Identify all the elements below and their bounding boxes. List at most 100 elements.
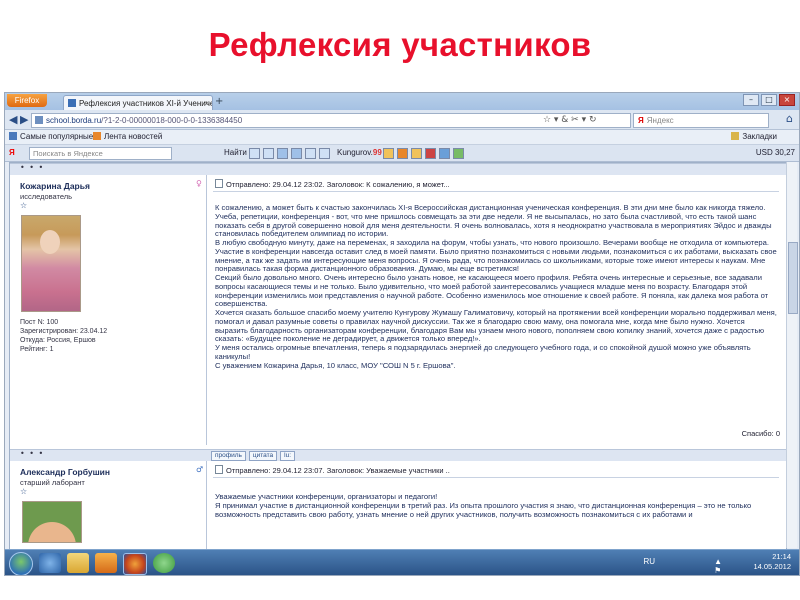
- post-author-panel: Александр Горбушин старший лаборант ☆ ♂: [10, 461, 207, 549]
- toolbar-tool-icon[interactable]: [453, 148, 464, 159]
- toolbar-tool-icon[interactable]: [305, 148, 316, 159]
- firefox-menu-button[interactable]: Firefox: [7, 94, 47, 107]
- clock-time: 21:14: [772, 552, 791, 561]
- avatar: [21, 215, 81, 312]
- toolbar-tool-icon[interactable]: [263, 148, 274, 159]
- app-taskbar-icon[interactable]: [153, 553, 175, 573]
- toolbar-tool-icon[interactable]: [291, 148, 302, 159]
- thanks-counter: Спасибо: 0: [741, 429, 780, 438]
- toolbar-tool-icon[interactable]: [383, 148, 394, 159]
- url-domain: school.borda.ru: [46, 116, 102, 125]
- post-icon: [215, 465, 223, 474]
- author-role: старший лаборант: [20, 478, 85, 487]
- toolbar-tool-icon[interactable]: [319, 148, 330, 159]
- minimize-button[interactable]: –: [743, 94, 759, 106]
- browser-titlebar: Firefox Рефлексия участников XI-й Ученич…: [5, 93, 799, 111]
- internet-explorer-icon[interactable]: [39, 553, 61, 573]
- maximize-button[interactable]: □: [761, 94, 777, 106]
- yandex-search-input[interactable]: Поискать в Яндексе: [29, 147, 172, 160]
- post-paragraph: Хочется сказать большое спасибо моему уч…: [215, 308, 777, 344]
- bookmarks-menu[interactable]: Закладки: [731, 130, 777, 144]
- bookmark-icon: [9, 132, 17, 140]
- rank-star-icon: ☆: [20, 201, 28, 210]
- registered-date: Зарегистрирован: 23.04.12: [20, 328, 108, 335]
- post-divider: [213, 191, 779, 192]
- yandex-toolbar: Я Поискать в Яндексе Найти Kungurov.99 U…: [5, 145, 799, 162]
- forum-page: • • • Кожарина Дарья исследователь ☆ ♀ П…: [9, 162, 787, 550]
- navigation-bar: ◀ ▶ school.borda.ru/?1-2-0-00000018-000-…: [5, 110, 799, 130]
- bookmark-news-feed[interactable]: Лента новостей: [93, 130, 162, 144]
- author-location: Откуда: Россия, Ершов: [20, 337, 96, 344]
- clock[interactable]: 21:14 14.05.2012: [731, 552, 791, 572]
- post-dots: • • •: [20, 163, 45, 172]
- post-author-panel: Кожарина Дарья исследователь ☆ ♀ Пост N:…: [10, 175, 207, 445]
- windows-taskbar: RU ▲ ⚑ ▮ ◀ 21:14 14.05.2012: [5, 549, 799, 575]
- tab-title: Рефлексия участников XI-й Ученическ...: [79, 99, 212, 108]
- post-count: Пост N: 100: [20, 319, 59, 326]
- yandex-search-engine-icon: Я: [638, 116, 644, 125]
- find-button[interactable]: Найти: [224, 145, 247, 161]
- rank-star-icon: ☆: [20, 487, 28, 496]
- toolbar-tool-icon[interactable]: [411, 148, 422, 159]
- post-header: Отправлено: 29.04.12 23:07. Заголовок: У…: [215, 465, 450, 475]
- tab-forum[interactable]: Рефлексия участников XI-й Ученическ... ×: [63, 95, 213, 111]
- author-role: исследователь: [20, 192, 73, 201]
- address-bar[interactable]: school.borda.ru/?1-2-0-00000018-000-0-0-…: [31, 113, 631, 128]
- currency-rate: USD 30,27: [755, 148, 795, 157]
- post-text: К сожалению, а может быть к счастью зако…: [215, 203, 777, 370]
- toolbar-tool-icon[interactable]: [277, 148, 288, 159]
- male-icon: ♂: [196, 465, 204, 474]
- search-placeholder: Яндекс: [646, 116, 674, 125]
- post-paragraph: У меня остались огромные впечатления, те…: [215, 343, 751, 361]
- tray-icons[interactable]: ▲ ⚑ ▮ ◀: [714, 557, 725, 575]
- bookmarks-folder-icon: [731, 132, 740, 140]
- search-input[interactable]: Я Яндекс: [633, 113, 769, 128]
- kungurov-bookmark[interactable]: Kungurov.99: [337, 145, 382, 161]
- vertical-scrollbar[interactable]: [786, 162, 798, 548]
- clock-date: 14.05.2012: [753, 562, 791, 571]
- media-player-icon[interactable]: [95, 553, 117, 573]
- new-tab-button[interactable]: +: [215, 96, 223, 108]
- close-window-button[interactable]: ×: [779, 94, 795, 106]
- bookmark-popular[interactable]: Самые популярные: [9, 130, 93, 144]
- post-dots: • • •: [20, 449, 45, 458]
- tab-close-icon[interactable]: ×: [204, 96, 209, 111]
- browser-screenshot: Firefox Рефлексия участников XI-й Ученич…: [4, 92, 800, 576]
- author-rating: Рейтинг: 1: [20, 346, 54, 353]
- avatar: [22, 501, 82, 543]
- start-button[interactable]: [9, 552, 33, 575]
- slide-title: Рефлексия участников: [208, 26, 592, 63]
- post-paragraph: Участие в конференции навсегда оставит с…: [215, 246, 777, 274]
- yandex-logo[interactable]: Я: [9, 145, 15, 161]
- post-body: Отправлено: 29.04.12 23:02. Заголовок: К…: [207, 175, 786, 445]
- address-bar-icons[interactable]: ☆ ▾ & ✂ ▾ ↻: [543, 113, 597, 127]
- language-indicator[interactable]: RU: [643, 557, 655, 566]
- back-arrow-icon[interactable]: ◀: [9, 113, 17, 126]
- toolbar-tool-icon[interactable]: [249, 148, 260, 159]
- author-name[interactable]: Кожарина Дарья: [20, 181, 90, 191]
- scrollbar-thumb[interactable]: [788, 242, 798, 314]
- toolbar-tool-icon[interactable]: [425, 148, 436, 159]
- post-paragraph: С уважением Кожарина Дарья, 10 класс, МО…: [215, 360, 456, 370]
- toolbar-tool-icon[interactable]: [397, 148, 408, 159]
- post-body: Отправлено: 29.04.12 23:07. Заголовок: У…: [207, 461, 786, 549]
- post-divider: [213, 477, 779, 478]
- profile-button[interactable]: профиль: [211, 451, 246, 461]
- folder-icon[interactable]: [67, 553, 89, 573]
- rss-icon: [93, 132, 101, 140]
- post-paragraph: Секций было довольно много. Очень интере…: [215, 273, 769, 309]
- forward-arrow-icon[interactable]: ▶: [20, 113, 28, 126]
- toolbar-icons: [249, 148, 330, 159]
- post-paragraph: К сожалению, а может быть к счастью зако…: [215, 203, 772, 239]
- post-icon: [215, 179, 223, 188]
- female-icon: ♀: [196, 179, 202, 188]
- home-icon[interactable]: ⌂: [786, 112, 793, 125]
- url-path: /?1-2-0-00000018-000-0-0-1336384450: [101, 116, 243, 125]
- firefox-taskbar-icon[interactable]: [123, 553, 147, 575]
- reply-button[interactable]: lu:: [280, 451, 296, 461]
- post-header: Отправлено: 29.04.12 23:02. Заголовок: К…: [215, 179, 450, 189]
- author-name[interactable]: Александр Горбушин: [20, 467, 110, 477]
- toolbar-tool-icon[interactable]: [439, 148, 450, 159]
- quote-button[interactable]: цитата: [248, 451, 278, 461]
- window-controls: – □ ×: [743, 94, 795, 106]
